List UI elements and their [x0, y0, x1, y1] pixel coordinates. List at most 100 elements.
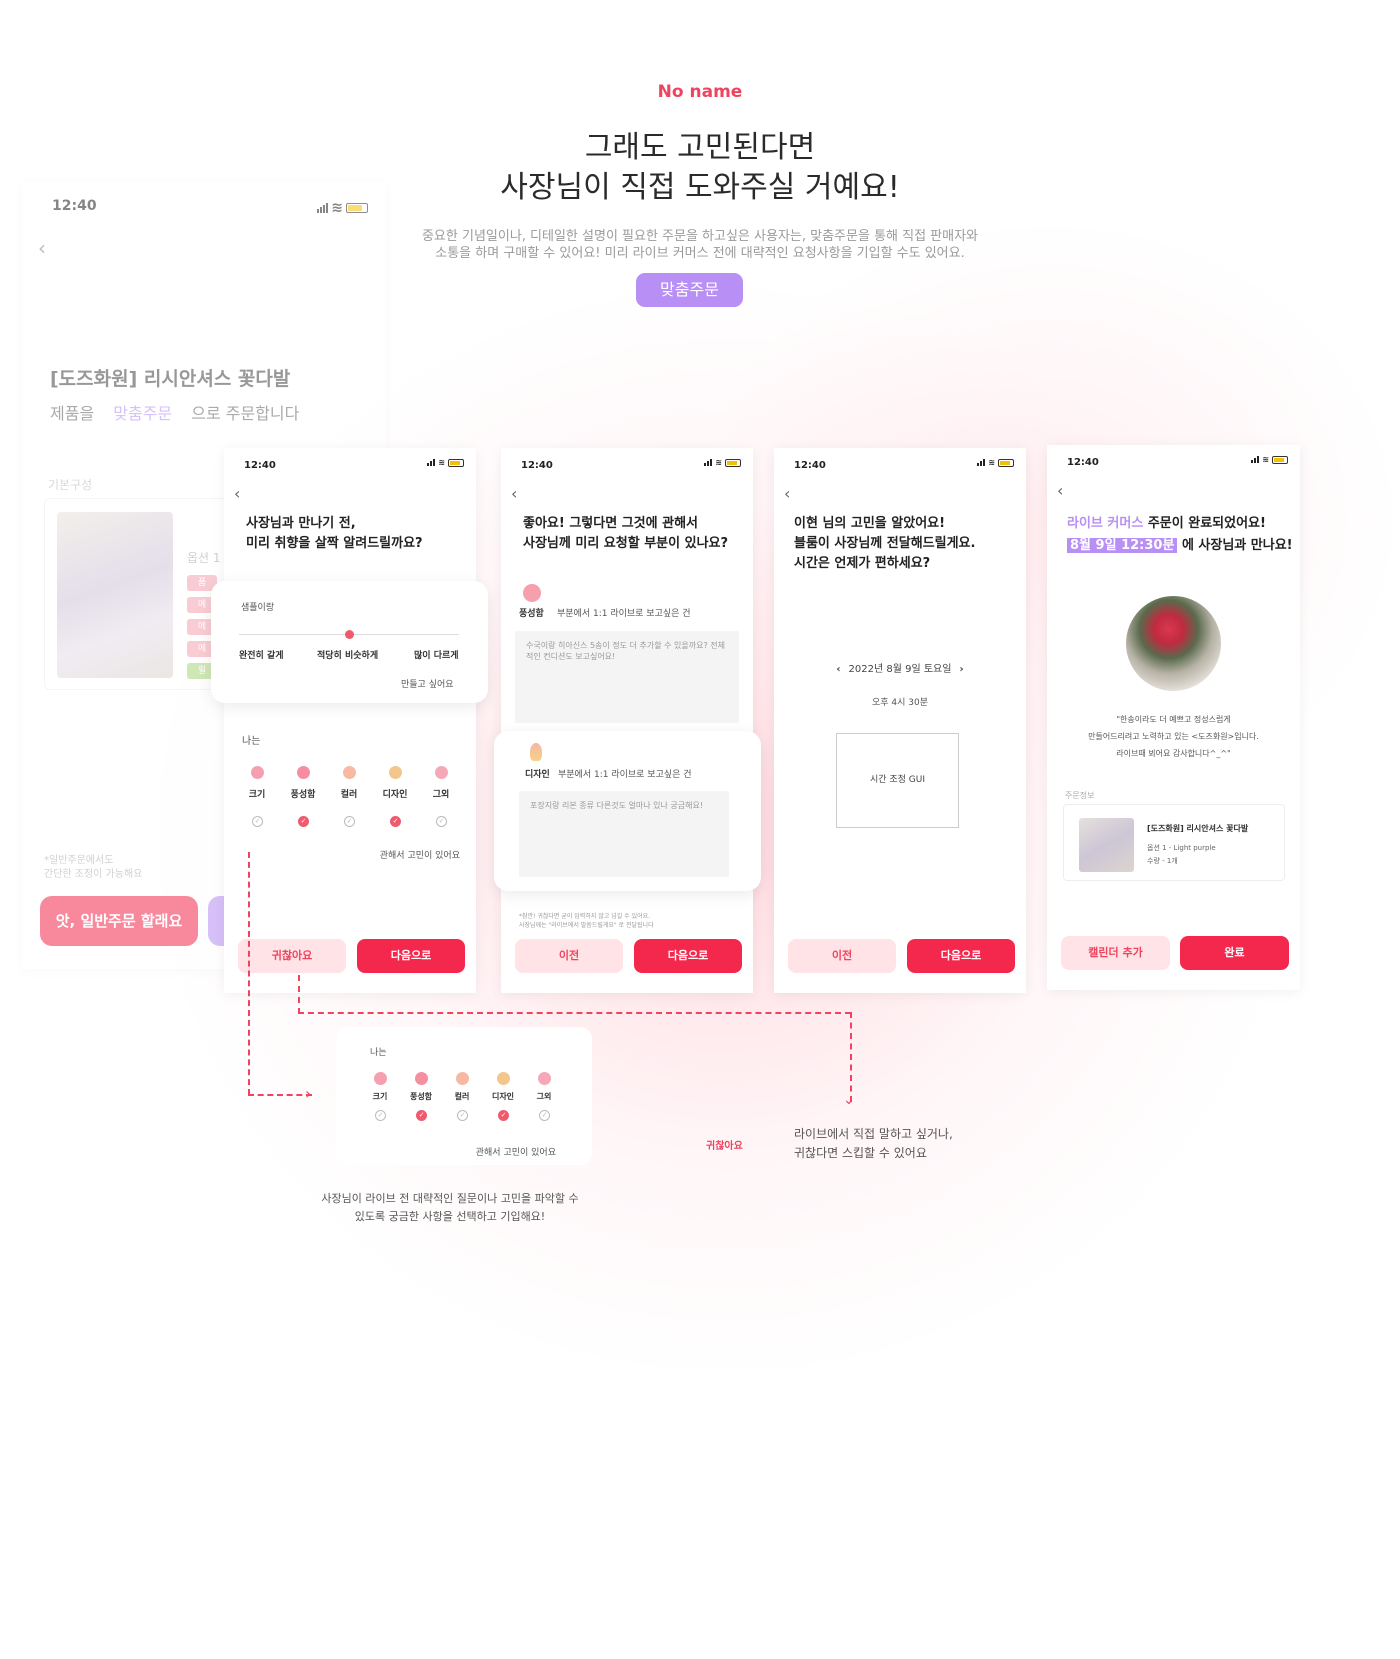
back-chevron-icon[interactable]: ‹	[234, 484, 240, 503]
subtitle-post: 으로 주문합니다	[191, 404, 300, 423]
category-label[interactable]: 디자인	[375, 787, 415, 800]
screen-request: 12:40 ≋ ‹ 좋아요! 그렇다면 그것에 관해서 사장님께 미리 요청할 …	[501, 448, 753, 993]
time-label: 오후 4시 30분	[871, 698, 929, 708]
next-button[interactable]: 다음으로	[634, 939, 742, 973]
fullness-icon	[415, 1072, 428, 1085]
category-checkbox[interactable]: ✓	[498, 1110, 509, 1121]
back-chevron-icon[interactable]: ‹	[511, 484, 517, 503]
skip-desc-line1: 라이브에서 직접 말하고 싶거나,	[794, 1127, 953, 1141]
order-quantity: 수량 - 1개	[1147, 857, 1178, 865]
category-checkbox[interactable]: ✓	[416, 1110, 427, 1121]
category-checkbox[interactable]: ✓	[539, 1110, 550, 1121]
slider-thumb[interactable]	[345, 630, 354, 639]
battery-icon	[998, 458, 1014, 467]
next-button[interactable]: 다음으로	[907, 939, 1015, 973]
status-time: 12:40	[521, 460, 553, 471]
connector-line	[248, 1094, 312, 1096]
category-label[interactable]: 크기	[360, 1091, 400, 1102]
normal-order-note: *일반주문에서도 간단한 조정이 가능해요	[44, 854, 142, 882]
wifi-icon: ≋	[438, 458, 445, 467]
status-bar: 12:40 ≋	[501, 448, 753, 478]
question-line2: 사장님께 미리 요청할 부분이 있나요?	[523, 536, 729, 551]
footnote: *참깐! 귀찮다면 굳이 입력하지 않고 넘길 수 있어요. 사장님께는 "라이…	[519, 912, 654, 930]
design-bouquet-icon	[530, 743, 542, 761]
category-label[interactable]: 크기	[237, 787, 277, 800]
back-chevron-icon[interactable]: ‹	[38, 236, 46, 260]
footnote-line1: *참깐! 귀찮다면 굳이 입력하지 않고 넘길 수 있어요.	[519, 913, 651, 920]
card-worry-note: 관해서 고민이 있어요	[475, 1148, 556, 1158]
skip-desc-line2: 귀찮다면 스킵할 수 있어요	[794, 1146, 927, 1160]
category-label[interactable]: 풍성함	[283, 787, 323, 800]
question-line2: 미리 취향을 살짝 알려드릴까요?	[246, 536, 423, 551]
screen-complete: 12:40 ≋ ‹ 라이브 커머스 주문이 완료되었어요! 8월 9일 12:3…	[1047, 445, 1300, 990]
connector-line	[298, 975, 300, 1014]
slider-label-mid: 적당히 비슷하게	[317, 651, 379, 661]
battery-icon	[1272, 455, 1288, 464]
category-checkbox[interactable]: ✓	[375, 1110, 386, 1121]
bouquet-image	[57, 512, 173, 678]
item1-textarea[interactable]: 수국이랑 히아신스 5송이 정도 더 추가할 수 있을까요? 전체적인 컨디션도…	[515, 631, 739, 723]
status-icons: ≋	[1251, 455, 1288, 464]
item2-textarea[interactable]: 포장지랑 리본 종류 다른것도 얼마나 있나 궁금해요!	[519, 791, 729, 877]
status-bar: 12:40 ≋	[224, 448, 476, 478]
status-bar: 12:40 ≋	[1047, 445, 1300, 475]
me-label: 나는	[242, 736, 261, 747]
caption-line2: 있도록 궁금한 사항을 선택하고 기입해요!	[354, 1210, 546, 1223]
question-line1: 사장님과 만나기 전,	[246, 516, 356, 531]
wifi-icon: ≋	[988, 458, 995, 467]
back-chevron-icon[interactable]: ‹	[1057, 481, 1063, 500]
category-checkbox[interactable]: ✓	[298, 816, 309, 827]
status-icons: ≋	[317, 200, 368, 216]
question-line1: 이현 님의 고민을 알았어요!	[794, 516, 946, 531]
date-highlight: 8월 9일 12:30분	[1067, 538, 1178, 553]
category-label[interactable]: 컬러	[442, 1091, 482, 1102]
question-line1: 좋아요! 그렇다면 그것에 관해서	[523, 516, 698, 531]
seller-avatar	[1126, 596, 1221, 691]
status-time: 12:40	[794, 460, 826, 471]
next-button[interactable]: 다음으로	[357, 939, 465, 973]
quote-line1: "한송이라도 더 예쁘고 정성스럽게	[1116, 715, 1231, 724]
hero-desc-line2: 소통을 하며 구매할 수 있어요! 미리 라이브 커머스 전에 대략적인 요청사…	[435, 246, 965, 261]
category-label[interactable]: 그외	[421, 787, 461, 800]
quote-line3: 라이브때 뵈어요 감사합니다^_^"	[1116, 749, 1231, 758]
category-checkbox[interactable]: ✓	[457, 1110, 468, 1121]
next-date-chevron-icon[interactable]: ›	[959, 664, 963, 675]
question-title: 사장님과 만나기 전, 미리 취향을 살짝 알려드릴까요?	[246, 514, 423, 554]
back-chevron-icon[interactable]: ‹	[784, 484, 790, 503]
order-subtitle: 제품을 맞춤주문 으로 주문합니다	[50, 400, 299, 424]
category-checkbox[interactable]: ✓	[390, 816, 401, 827]
skip-annotation-desc: 라이브에서 직접 말하고 싶거나, 귀찮다면 스킵할 수 있어요	[794, 1125, 953, 1163]
custom-order-badge[interactable]: 맞춤주문	[636, 273, 743, 307]
done-button[interactable]: 완료	[1180, 936, 1289, 970]
normal-order-button[interactable]: 앗, 일반주문 할래요	[40, 896, 198, 946]
time-adjust-gui[interactable]: 시간 조정 GUI	[836, 733, 959, 828]
fullness-icon	[297, 766, 310, 779]
question-title: 좋아요! 그렇다면 그것에 관해서 사장님께 미리 요청할 부분이 있나요?	[523, 514, 728, 554]
status-time: 12:40	[1067, 457, 1099, 468]
prev-date-chevron-icon[interactable]: ‹	[836, 664, 840, 675]
question-line2: 블룸이 사장님께 전달해드릴게요.	[794, 536, 976, 551]
skip-button[interactable]: 귀찮아요	[238, 939, 346, 973]
question-title: 이현 님의 고민을 알았어요! 블룸이 사장님께 전달해드릴게요. 시간은 언제…	[794, 514, 975, 574]
category-checkbox[interactable]: ✓	[436, 816, 447, 827]
subtitle-pre: 제품을	[50, 404, 95, 423]
seller-quote: "한송이라도 더 예쁘고 정성스럽게 만들어드리려고 노력하고 있는 <도즈화원…	[1047, 711, 1300, 762]
order-info-card: [도즈화원] 리시안셔스 꽃다발 옵션 1 - Light purple 수량 …	[1063, 804, 1285, 881]
category-label[interactable]: 디자인	[483, 1091, 523, 1102]
category-label[interactable]: 컬러	[329, 787, 369, 800]
category-label[interactable]: 풍성함	[401, 1091, 441, 1102]
category-checkbox[interactable]: ✓	[252, 816, 263, 827]
slider-note: 만들고 싶어요	[401, 680, 454, 690]
category-label[interactable]: 그외	[524, 1091, 564, 1102]
prev-button[interactable]: 이전	[788, 939, 896, 973]
annotation-category-card: 나는 크기 ✓ 풍성함 ✓ 컬러 ✓ 디자인 ✓ 그외 ✓ 관해서 고민이 있어요	[336, 1027, 592, 1165]
category-checkbox[interactable]: ✓	[344, 816, 355, 827]
prev-button[interactable]: 이전	[515, 939, 623, 973]
slider-title: 샘플이랑	[241, 603, 275, 613]
card-me-label: 나는	[370, 1048, 387, 1058]
connector-line	[248, 852, 250, 1095]
status-time: 12:40	[52, 198, 97, 214]
status-time: 12:40	[244, 460, 276, 471]
brand-name: No name	[657, 82, 743, 102]
add-calendar-button[interactable]: 캘린더 추가	[1061, 936, 1170, 970]
